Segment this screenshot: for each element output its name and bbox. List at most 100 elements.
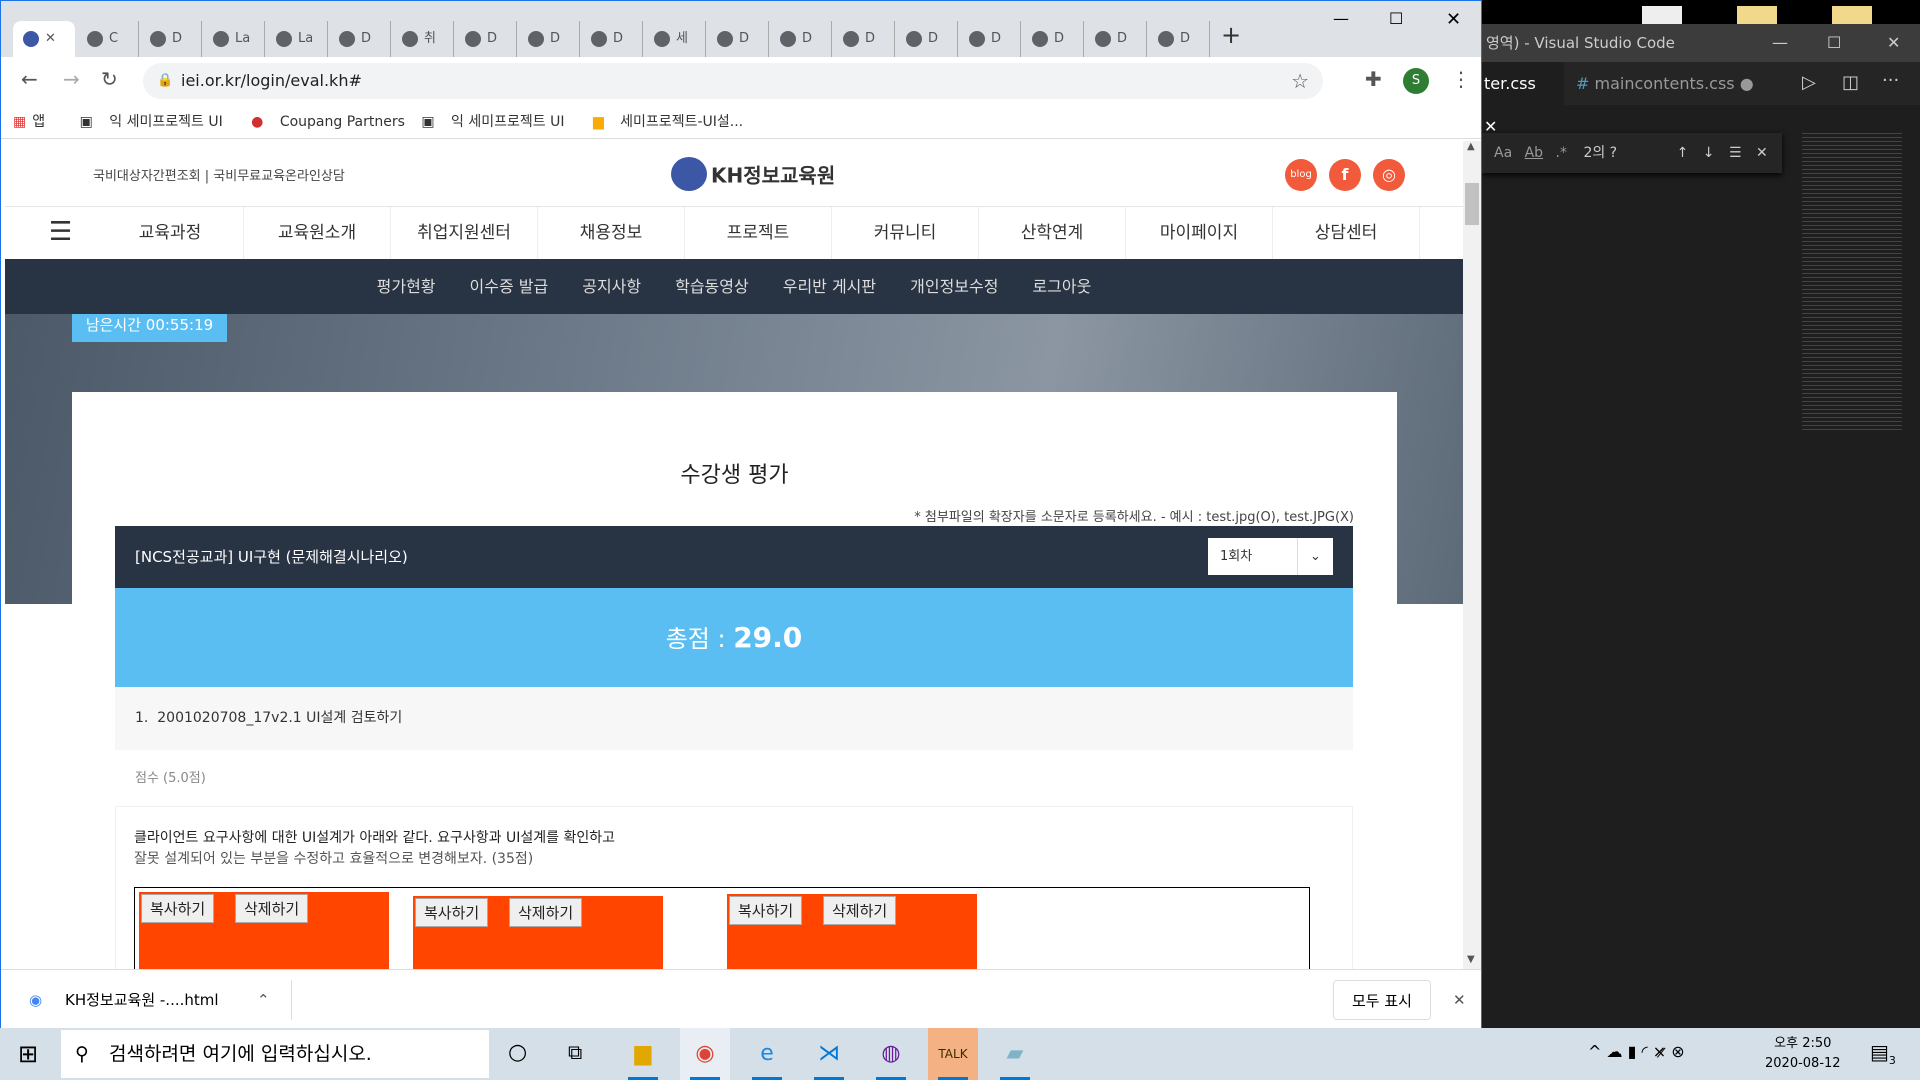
minimize-icon[interactable]: — [1333,9,1349,28]
maximize-icon[interactable]: ☐ [1389,9,1403,28]
browser-tab[interactable]: D [959,21,1021,57]
nav-item[interactable]: 커뮤니티 [832,207,979,259]
maximize-icon[interactable]: ☐ [1827,24,1841,62]
minimap[interactable] [1802,130,1902,430]
subnav-item[interactable]: 이수증 발급 [470,277,549,296]
menu-icon[interactable]: ⋮ [1451,67,1471,91]
extensions-icon[interactable]: ✚ [1365,67,1382,91]
download-item[interactable]: KH정보교육원 -....html [65,970,219,1030]
nav-item[interactable]: 상담센터 [1273,207,1420,259]
bookmark-star-icon[interactable]: ☆ [1291,63,1309,99]
prev-match-icon[interactable]: ↑ [1677,145,1689,161]
browser-tab[interactable]: D [455,21,517,57]
chrome-taskbar-icon[interactable]: ◉ [680,1028,730,1080]
instagram-icon[interactable]: ◎ [1373,159,1405,191]
copy-button[interactable]: 복사하기 [729,896,803,925]
new-tab-button[interactable]: + [1221,21,1241,49]
nav-item[interactable]: 마이페이지 [1126,207,1273,259]
browser-tab[interactable]: D [1022,21,1084,57]
regex-icon[interactable]: .* [1556,145,1567,161]
desktop-file-icon[interactable] [1642,6,1682,24]
bookmark[interactable]: ▣ 익 세미프로젝트 UI [80,114,223,130]
cortana-icon[interactable]: ○ [508,1040,527,1065]
back-icon[interactable]: ← [21,67,38,91]
editor-tab[interactable]: # maincontents.css ● [1566,62,1766,105]
close-download-bar-icon[interactable]: ✕ [1453,970,1466,1030]
ie-icon[interactable]: e [742,1028,792,1080]
scroll-down-icon[interactable]: ▼ [1467,954,1475,965]
browser-tab[interactable]: La [266,21,328,57]
forward-icon[interactable]: → [63,67,80,91]
nav-item[interactable]: 취업지원센터 [391,207,538,259]
subnav-item[interactable]: 로그아웃 [1032,277,1091,296]
taskbar-search[interactable]: ⚲ 검색하려면 여기에 입력하십시오. [61,1030,489,1078]
close-icon[interactable]: ✕ [1446,9,1461,30]
copy-button[interactable]: 복사하기 [415,898,489,927]
run-icon[interactable]: ▷ [1802,72,1816,93]
nav-item[interactable]: 교육원소개 [244,207,391,259]
close-find-icon[interactable]: ✕ [1756,145,1768,161]
profile-avatar[interactable]: S [1403,68,1429,94]
nav-item[interactable]: 산학연계 [979,207,1126,259]
next-match-icon[interactable]: ↓ [1703,145,1715,161]
minimize-icon[interactable]: — [1772,24,1788,62]
browser-tab[interactable]: 취 [392,21,454,57]
show-all-button[interactable]: 모두 표시 [1333,980,1431,1020]
browser-tab[interactable]: D [1148,21,1210,57]
more-icon[interactable]: ··· [1882,70,1899,91]
chevron-up-icon[interactable]: ⌃ [257,970,270,1030]
browser-tab[interactable]: 세 [644,21,706,57]
reload-icon[interactable]: ↻ [101,67,118,91]
app-icon[interactable]: ▰ [990,1028,1040,1080]
facebook-icon[interactable]: f [1329,159,1361,191]
editor-tab[interactable]: ter.css ✕ [1482,62,1564,136]
browser-tab[interactable]: D [329,21,391,57]
subnav-item[interactable]: 우리반 게시판 [783,277,876,296]
split-editor-icon[interactable]: ◫ [1842,72,1859,93]
delete-button[interactable]: 삭제하기 [823,896,897,925]
tray-icons[interactable]: ^ ☁ ▮ ◜ ×̷ ⊗ [1588,1042,1685,1061]
nav-item[interactable]: 채용정보 [538,207,685,259]
site-logo[interactable]: KH정보교육원 [671,157,835,191]
kakaotalk-icon[interactable]: TALK [928,1028,978,1080]
round-select[interactable]: 1회차 ⌄ [1208,538,1333,575]
subnav-item[interactable]: 공지사항 [582,277,641,296]
find-selection-icon[interactable]: ☰ [1729,145,1742,161]
scroll-up-icon[interactable]: ▲ [1467,141,1475,152]
hamburger-icon[interactable]: ☰ [49,217,72,247]
notification-icon[interactable]: ▤3 [1870,1040,1896,1067]
browser-tab[interactable]: D [770,21,832,57]
browser-tab[interactable]: D [833,21,895,57]
tab-active[interactable]: ✕ [13,21,75,57]
subnav-item[interactable]: 평가현황 [377,277,436,296]
browser-tab[interactable]: D [518,21,580,57]
delete-button[interactable]: 삭제하기 [509,898,583,927]
desktop-folder-icon[interactable] [1737,6,1777,24]
match-case-icon[interactable]: Aa [1494,145,1512,161]
task-view-icon[interactable]: ⧉ [568,1040,582,1064]
windows-start-icon[interactable]: ⊞ [18,1040,38,1068]
scroll-thumb[interactable] [1465,183,1479,225]
scrollbar[interactable]: ▲ ▼ [1463,141,1481,969]
nav-item[interactable]: 프로젝트 [685,207,832,259]
close-icon[interactable]: ✕ [1887,24,1900,62]
subnav-item[interactable]: 개인정보수정 [910,277,998,296]
bookmark[interactable]: 앱 [32,114,45,130]
browser-tab[interactable]: D [896,21,958,57]
whole-word-icon[interactable]: Ab [1525,145,1543,161]
subnav-item[interactable]: 학습동영상 [675,277,749,296]
delete-button[interactable]: 삭제하기 [235,894,309,923]
bookmark[interactable]: ● Coupang Partners [239,114,405,130]
top-links[interactable]: 국비대상자간편조회 | 국비무료교육온라인상담 [93,165,345,184]
github-icon[interactable]: ◍ [866,1028,916,1080]
browser-tab[interactable]: D [581,21,643,57]
vscode-taskbar-icon[interactable]: ⋊ [804,1028,854,1080]
browser-tab[interactable]: D [707,21,769,57]
nav-item[interactable]: 교육과정 [97,207,244,259]
copy-button[interactable]: 복사하기 [141,894,215,923]
clock[interactable]: 오후 2:50 2020-08-12 [1765,1034,1841,1074]
bookmark[interactable]: ▣ 익 세미프로젝트 UI [421,114,564,130]
browser-tab[interactable]: C [77,21,139,57]
desktop-folder-icon[interactable] [1832,6,1872,24]
bookmark[interactable]: ▆ 세미프로젝트-UI설... [581,114,743,130]
